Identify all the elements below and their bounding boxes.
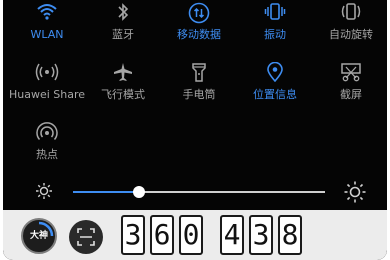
tile-label: 手电筒 (182, 88, 216, 101)
brightness-fill (73, 191, 139, 193)
sun-large-icon (343, 180, 367, 208)
huawei-share-icon (9, 62, 85, 84)
tile-label: Huawei Share (8, 88, 86, 101)
logo-text: 大神 (29, 231, 48, 241)
tile-label: 位置信息 (253, 88, 297, 101)
brightness-slider[interactable] (73, 186, 325, 198)
bottom-bar: 大神 3 6 0 4 3 8 (3, 210, 387, 260)
airplane-icon (85, 62, 161, 84)
mobile-data-icon (161, 2, 237, 24)
bluetooth-icon (85, 2, 161, 24)
tile-vibrate[interactable]: 振动 (237, 2, 313, 52)
brightness-row (3, 178, 387, 206)
tile-auto-rotate[interactable]: 自动旋转 (313, 2, 387, 52)
code-digit: 3 (249, 215, 273, 255)
tile-bluetooth[interactable]: 蓝牙 (85, 2, 161, 52)
tile-location[interactable]: 位置信息 (237, 62, 313, 112)
tile-airplane[interactable]: 飞行模式 (85, 62, 161, 112)
phone-screen: WLAN 蓝牙 移动数据 振动 自动旋转 Huawei Share 飞行模式 手… (3, 0, 387, 260)
tile-wlan[interactable]: WLAN (9, 2, 85, 52)
code-digit: 4 (220, 215, 244, 255)
code-digit: 6 (150, 215, 174, 255)
location-icon (237, 62, 313, 84)
sun-small-icon (34, 181, 54, 205)
tile-screenshot[interactable]: 截屏 (313, 62, 387, 112)
flashlight-icon (161, 62, 237, 84)
tile-hotspot[interactable]: 热点 (9, 122, 85, 172)
hotspot-icon (9, 122, 85, 144)
tile-label: 移动数据 (177, 28, 221, 41)
tile-label: 振动 (264, 28, 286, 41)
tile-label: 热点 (36, 148, 58, 161)
tile-mobile-data[interactable]: 移动数据 (161, 2, 237, 52)
scan-button[interactable] (69, 220, 103, 254)
vibrate-icon (237, 2, 313, 24)
scan-icon (77, 228, 95, 246)
app-logo[interactable]: 大神 (21, 218, 57, 254)
tile-label: WLAN (30, 28, 64, 41)
screenshot-icon (313, 62, 387, 84)
wifi-icon (9, 2, 85, 24)
auto-rotate-icon (313, 2, 387, 24)
brightness-thumb[interactable] (132, 186, 145, 198)
code-digit: 0 (179, 215, 203, 255)
tile-label: 截屏 (340, 88, 362, 101)
code-digit: 3 (121, 215, 145, 255)
tile-label: 自动旋转 (329, 28, 373, 41)
tile-flashlight[interactable]: 手电筒 (161, 62, 237, 112)
tile-huawei-share[interactable]: Huawei Share (9, 62, 85, 112)
tile-label: 蓝牙 (112, 28, 134, 41)
code-digit: 8 (278, 215, 302, 255)
tile-label: 飞行模式 (101, 88, 145, 101)
